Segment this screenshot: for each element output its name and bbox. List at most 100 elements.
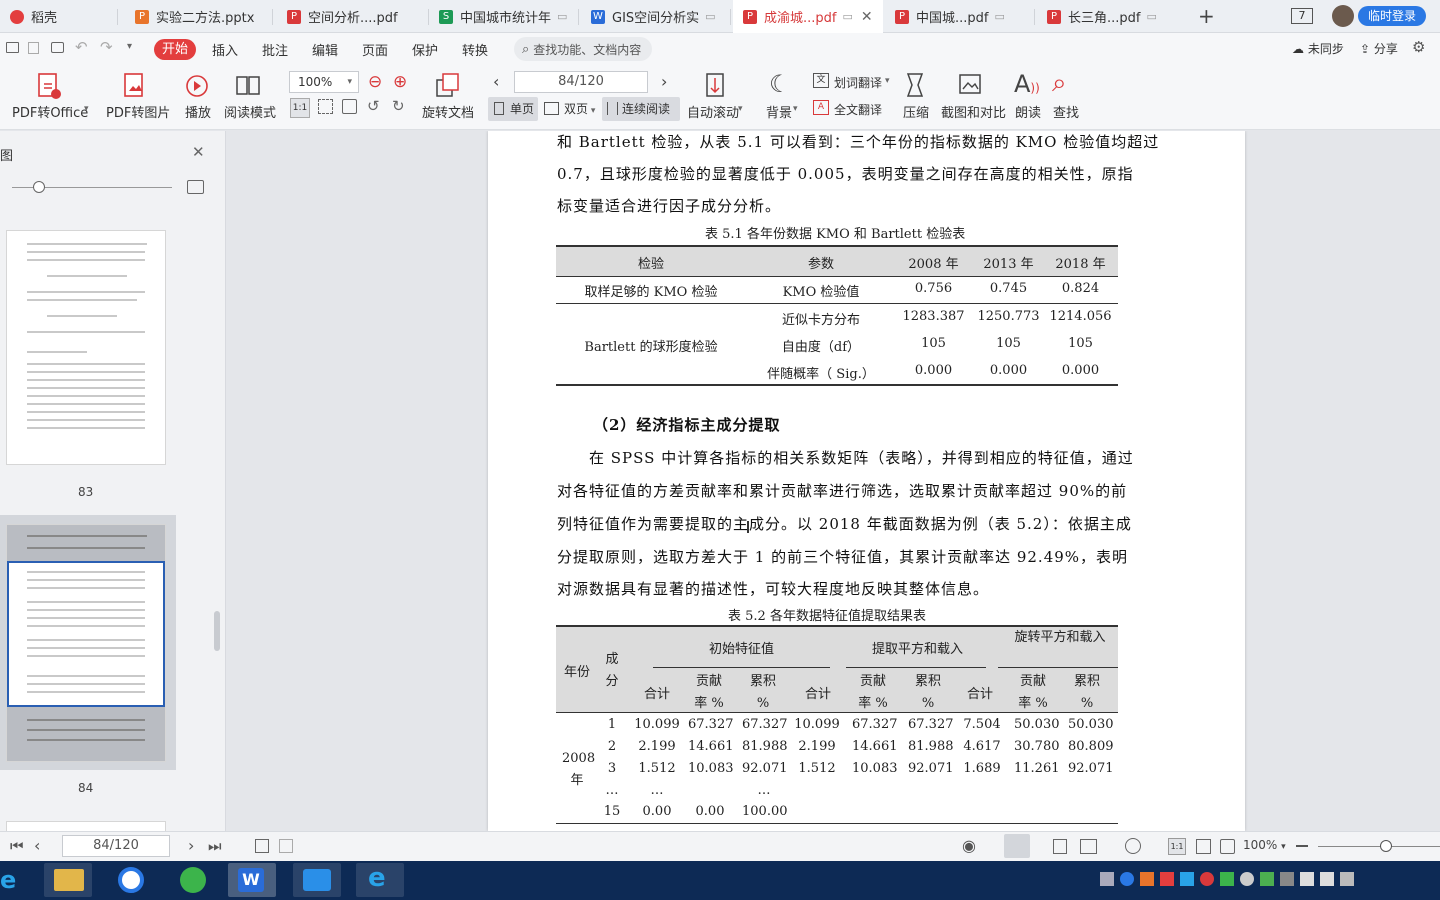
rotate-left-icon[interactable]: ↺ — [367, 97, 380, 115]
menu-convert[interactable]: 转换 — [462, 40, 488, 59]
window-count-button[interactable]: 7 — [1291, 8, 1313, 24]
word-translate-label[interactable]: 划词翻译 — [834, 74, 882, 91]
sync-status[interactable]: ☁ 未同步 — [1292, 40, 1344, 57]
tray-app-icon[interactable] — [1160, 872, 1174, 886]
prev-page-icon[interactable]: ‹ — [493, 72, 499, 91]
fit-page-icon[interactable] — [318, 99, 333, 114]
status-double-page-icon[interactable] — [1080, 839, 1097, 854]
background-label[interactable]: 背景 — [766, 102, 792, 121]
find-label[interactable]: 查找 — [1053, 102, 1079, 121]
read-mode-label[interactable]: 阅读模式 — [224, 102, 276, 121]
status-page-input[interactable]: 84/120 — [62, 835, 170, 857]
redo-icon[interactable]: ↷ — [100, 38, 113, 56]
compress-label[interactable]: 压缩 — [903, 102, 929, 121]
next-page-icon[interactable]: › — [661, 72, 667, 91]
tray-app-icon[interactable] — [1280, 872, 1294, 886]
menu-page[interactable]: 页面 — [362, 40, 388, 59]
zoom-select[interactable]: 100% ▾ — [289, 71, 359, 93]
page-number-input[interactable]: 84/120 — [514, 71, 648, 93]
taskbar-browser[interactable] — [170, 863, 218, 897]
status-zoom[interactable]: 100% ▾ — [1243, 838, 1286, 852]
menu-annotate[interactable]: 批注 — [262, 40, 288, 59]
compress-icon[interactable] — [903, 72, 927, 98]
screenshot-compare-icon[interactable] — [957, 72, 983, 98]
taskbar-baidu[interactable] — [108, 863, 156, 897]
rotate-document-icon[interactable] — [434, 72, 460, 98]
keyboard-icon[interactable] — [1100, 872, 1114, 886]
play-label[interactable]: 播放 — [185, 102, 211, 121]
flag-icon[interactable] — [1340, 872, 1354, 886]
back-icon[interactable] — [255, 839, 269, 853]
fit-width-icon[interactable] — [342, 99, 357, 114]
undo-icon[interactable]: ↶ — [75, 38, 88, 56]
continuous-read-button[interactable]: 连续阅读 — [602, 97, 680, 121]
tab-pdf-4[interactable]: P 长三角...pdf ▭ — [1037, 0, 1187, 33]
zoom-out-button[interactable] — [1296, 845, 1308, 847]
menu-insert[interactable]: 插入 — [212, 40, 238, 59]
eye-protect-icon[interactable]: ◉ — [962, 836, 976, 855]
tray-app-icon[interactable] — [1240, 872, 1254, 886]
menu-protect[interactable]: 保护 — [412, 40, 438, 59]
rotate-document-label[interactable]: 旋转文档 — [422, 102, 474, 121]
last-page-icon[interactable]: ⏭ — [208, 837, 222, 855]
tray-app-icon[interactable] — [1180, 872, 1194, 886]
tray-app-icon[interactable] — [1200, 872, 1214, 886]
taskbar-wps[interactable]: W — [228, 863, 276, 897]
page-thumbnail-83[interactable] — [6, 230, 166, 465]
network-icon[interactable] — [1300, 872, 1314, 886]
actual-size-icon[interactable]: 1:1 — [290, 98, 310, 118]
find-search-icon[interactable]: ⌕ — [1052, 68, 1067, 99]
chevron-down-icon[interactable]: ▾ — [738, 104, 743, 114]
tray-app-icon[interactable] — [1140, 872, 1154, 886]
single-page-button[interactable]: 单页 — [488, 97, 538, 121]
screenshot-compare-label[interactable]: 截图和对比 — [941, 102, 1006, 121]
document-viewport[interactable]: 和 Bartlett 检验，从表 5.1 可以看到：三个年份的指标数据的 KMO… — [227, 131, 1440, 831]
tray-app-icon[interactable] — [1260, 872, 1274, 886]
menu-start[interactable]: 开始 — [154, 39, 196, 60]
zoom-slider[interactable] — [1318, 846, 1440, 847]
zoom-slider-handle[interactable] — [1380, 840, 1392, 852]
share-button[interactable]: ⇪ 分享 — [1360, 40, 1398, 57]
rotate-right-icon[interactable]: ↻ — [392, 97, 405, 115]
login-button[interactable]: 临时登录 — [1358, 6, 1426, 26]
first-page-icon[interactable]: ⏮ — [10, 837, 24, 855]
status-fit-width-icon[interactable] — [1220, 839, 1235, 854]
status-actual-size-icon[interactable]: 1:1 — [1168, 838, 1186, 855]
pdf-to-office-label[interactable]: PDF转Office — [12, 102, 88, 121]
image-view-icon[interactable] — [187, 180, 204, 194]
settings-gear-icon[interactable]: ⚙ — [1412, 38, 1425, 56]
tab-home[interactable]: 稻壳 — [0, 0, 118, 33]
next-page-icon[interactable]: › — [188, 836, 194, 855]
double-page-button[interactable]: 双页 ▾ — [544, 97, 598, 121]
moon-icon[interactable]: ☾ — [769, 70, 791, 98]
tab-xls[interactable]: S 中国城市统计年 ▭ — [429, 0, 579, 33]
status-single-page-icon[interactable] — [1053, 839, 1067, 854]
auto-scroll-icon[interactable] — [703, 72, 727, 98]
read-aloud-label[interactable]: 朗读 — [1015, 102, 1041, 121]
chevron-down-icon[interactable]: ▾ — [793, 104, 798, 114]
close-panel-icon[interactable]: ✕ — [192, 143, 205, 161]
ie-icon[interactable]: e — [0, 866, 16, 894]
tab-pptx[interactable]: P 实验二方法.pptx — [125, 0, 273, 33]
forward-icon[interactable] — [279, 839, 293, 853]
tab-pdf-3[interactable]: P 中国城...pdf ▭ — [885, 0, 1035, 33]
taskbar-explorer[interactable] — [44, 863, 92, 897]
auto-scroll-label[interactable]: 自动滚动 — [687, 102, 739, 121]
play-icon[interactable] — [185, 74, 209, 98]
open-folder-icon[interactable] — [6, 42, 19, 53]
read-aloud-icon[interactable]: A)) — [1014, 70, 1040, 98]
status-play-icon[interactable] — [1125, 838, 1141, 854]
pdf-to-image-icon[interactable] — [122, 72, 148, 100]
full-translate-icon[interactable]: A — [813, 100, 829, 115]
save-icon[interactable] — [28, 42, 39, 54]
taskbar-recorder[interactable] — [293, 863, 341, 897]
zoom-in-icon[interactable]: ⊕ — [393, 72, 407, 92]
help-icon[interactable] — [1120, 872, 1134, 886]
print-icon[interactable] — [51, 42, 64, 53]
zoom-out-icon[interactable]: ⊖ — [368, 72, 382, 92]
feature-search[interactable]: ⌕ 查找功能、文档内容 — [514, 37, 652, 61]
tray-app-icon[interactable] — [1220, 872, 1234, 886]
menu-edit[interactable]: 编辑 — [312, 40, 338, 59]
chevron-down-icon[interactable]: ▾ — [885, 76, 890, 86]
new-tab-button[interactable]: + — [1198, 4, 1215, 28]
